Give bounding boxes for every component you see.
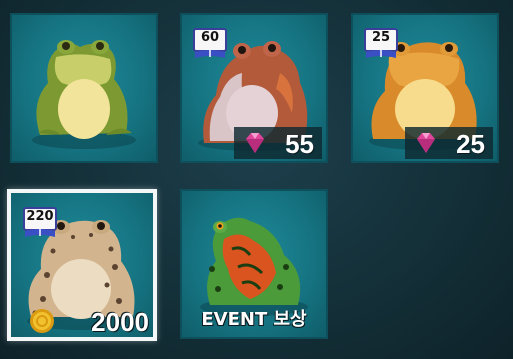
collection-book-icon: [23, 207, 57, 237]
collection-book-icon: [364, 28, 398, 58]
price-text: 2000: [91, 307, 149, 337]
gem-icon: [417, 133, 435, 153]
collection-book-icon: [193, 28, 227, 58]
shop-item-spotted-toad[interactable]: 220 2000: [7, 189, 157, 341]
price-tag: 55: [234, 127, 322, 159]
green-frog-image: [32, 40, 136, 149]
event-reward-label: EVENT 보상: [201, 309, 307, 330]
price-text: 55: [285, 129, 314, 159]
shop-item-red-frog[interactable]: 60 55: [180, 13, 328, 163]
price-tag: 25: [405, 127, 493, 159]
price-tag: 2000: [19, 305, 149, 337]
coin-icon: [30, 309, 54, 333]
price-text: 25: [456, 129, 485, 159]
shop-item-tomato-frog[interactable]: EVENT 보상: [180, 189, 328, 339]
gem-icon: [246, 133, 264, 153]
shop-item-green-frog[interactable]: [10, 13, 158, 163]
shop-item-orange-frog[interactable]: 25 25: [351, 13, 499, 163]
